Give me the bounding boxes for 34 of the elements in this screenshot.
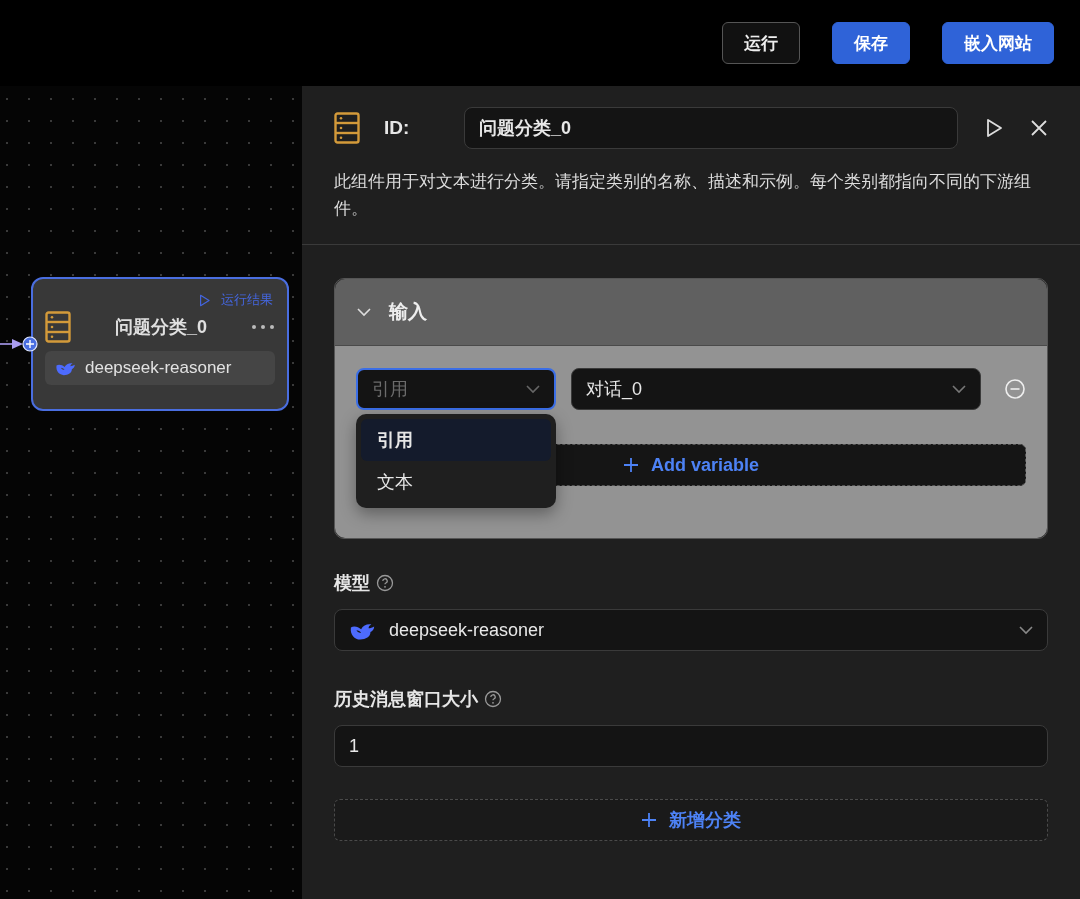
port-handle[interactable] [22,336,38,352]
history-size-field[interactable]: 1 [334,725,1048,768]
id-label: ID: [384,117,411,139]
more-icon [251,324,275,330]
server-icon [334,112,360,144]
help-icon [376,574,394,593]
toolbar-button[interactable]: 运行 [722,22,800,64]
chevron-down-icon [526,384,540,394]
classifier-node[interactable]: 运行结果 问题分类_0 deepseek-reasoner [31,277,289,411]
add-category-button[interactable]: 新增分类 [334,799,1048,842]
chevron-down-icon [952,384,966,394]
toolbar-button[interactable]: 嵌入网站 [942,22,1054,64]
id-field[interactable]: 问题分类_0 [464,107,958,149]
model-chip: deepseek-reasoner [45,351,275,385]
edge-arrow [0,336,24,352]
history-label: 历史消息窗口大小 [334,688,478,712]
chevron-down-icon [1019,625,1033,635]
plus-icon [622,457,639,474]
remove-button[interactable] [1004,378,1026,401]
server-icon [45,311,71,343]
model-select[interactable]: deepseek-reasoner [334,609,1048,652]
close-button[interactable] [1030,119,1048,137]
description-text: 此组件用于对文本进行分类。请指定类别的名称、描述和示例。每个类别都指向不同的下游组件。 [334,171,1032,220]
play-icon [198,293,211,307]
plus-icon [641,812,657,829]
help-icon [484,690,502,709]
model-label: 模型 [334,572,370,596]
chevron-down-icon [357,307,371,317]
section-header[interactable]: 输入 [335,279,1047,347]
value-select[interactable]: 对话_0 [571,368,981,411]
run-button[interactable] [984,118,1004,138]
node-title: 问题分类_0 [114,316,208,339]
toolbar-button[interactable]: 保存 [832,22,910,64]
dropdown-option[interactable]: 引用 [361,419,551,462]
